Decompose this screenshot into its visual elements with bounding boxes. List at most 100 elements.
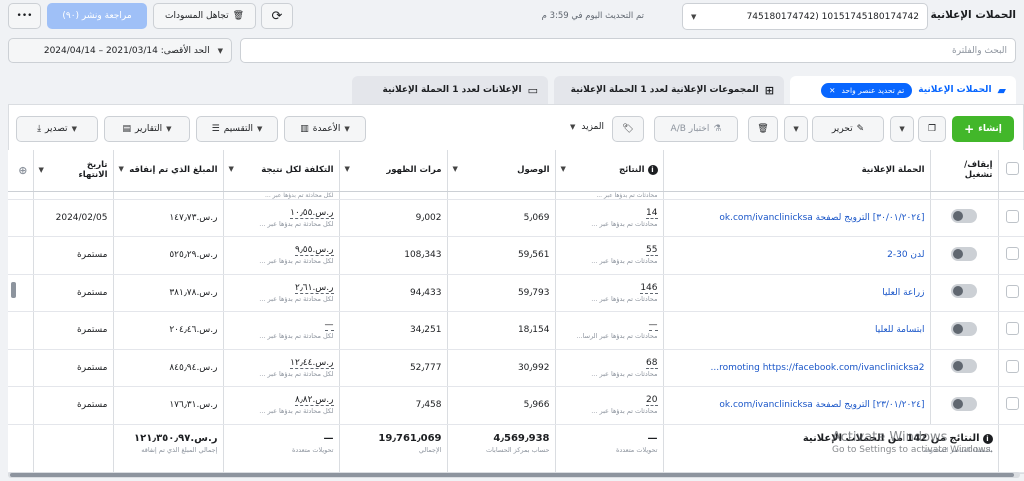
tab-ads-label: الإعلانات لعدد 1 الحملة الإعلانية — [382, 85, 522, 95]
campaign-name-cell[interactable]: ابتسامة للعليا — [663, 311, 931, 350]
col-campaign-label: الحملة الإعلانية — [861, 165, 925, 176]
tab-campaigns[interactable]: ▰ الحملات الإعلانية تم تحديد عنصر واحد ✕ — [790, 76, 1016, 104]
row-extra-cell — [8, 349, 34, 387]
row-toggle-cell[interactable] — [930, 386, 999, 425]
row-checkbox[interactable] — [1005, 209, 1019, 223]
campaign-name-cell[interactable]: romoting https://facebook.com/ivanclinic… — [663, 349, 931, 387]
add-column-cell[interactable]: ⊕ — [8, 150, 34, 192]
row-checkbox[interactable] — [1005, 247, 1019, 261]
edit-button[interactable]: ✎ تحرير — [812, 116, 884, 142]
row-checkbox[interactable] — [1005, 322, 1019, 336]
row-toggle-cell[interactable] — [930, 311, 999, 350]
create-button[interactable]: إنشاء + — [952, 116, 1014, 142]
campaign-toggle[interactable] — [951, 396, 977, 411]
row-checkbox[interactable] — [1005, 284, 1019, 298]
close-icon[interactable]: ✕ — [829, 86, 835, 95]
row-toggle-cell[interactable] — [930, 274, 999, 312]
sort-chevron-icon: ▼ — [344, 165, 350, 174]
campaign-toggle[interactable] — [951, 246, 977, 261]
col-end-date[interactable]: تاريخ الانتهاء ▼ — [33, 150, 114, 192]
campaign-name-cell[interactable]: [٢٣/٠١/٢٠٢٤] الترويج لصفحة ok.com/ivancl… — [663, 386, 931, 425]
delete-button[interactable]: 🗑 — [748, 116, 778, 142]
chevron-down-icon: ▼ — [569, 123, 576, 131]
campaign-toggle[interactable] — [951, 321, 977, 336]
watermark-sub: Go to Settings to activate Windows. — [832, 445, 994, 455]
duplicate-dropdown[interactable]: ▼ — [890, 116, 914, 142]
row-select-cell[interactable] — [998, 236, 1024, 275]
tag-button[interactable]: 🏷 — [612, 116, 644, 142]
col-cost-per-result[interactable]: التكلفة لكل نتيجة ▼ — [223, 150, 340, 192]
table-row[interactable]: ابتسامة للعليا — محادثات تم بدؤها عبر الر… — [8, 311, 1024, 350]
table-row[interactable]: [٢٣/٠١/٢٠٢٤] الترويج لصفحة ok.com/ivancl… — [8, 386, 1024, 425]
search-filter-bar[interactable]: البحث والفلترة — [240, 38, 1016, 63]
campaign-name-link[interactable]: ابتسامة للعليا — [875, 325, 925, 335]
campaign-name-cell[interactable]: [٣٠/٠١/٢٠٢٤] الترويج لصفحة ok.com/ivancl… — [663, 199, 931, 237]
export-button[interactable]: ▼ تصدير ⤓ — [16, 116, 98, 142]
edit-dropdown[interactable]: ▼ — [784, 116, 808, 142]
cost-cell: ر.س.٩٫٥٥ لكل محادثة تم بدؤها عبر ... — [223, 236, 340, 275]
row-toggle-cell[interactable] — [930, 349, 999, 387]
ab-test-button[interactable]: ⚗ اختبار A/B — [654, 116, 738, 142]
campaign-name-link[interactable]: لدن 30-2 — [887, 250, 924, 260]
totals-reach-sub: حساب بمركز الحسابات — [485, 445, 550, 454]
info-icon[interactable]: i — [647, 165, 658, 176]
table-row[interactable]: romoting https://facebook.com/ivanclinic… — [8, 349, 1024, 387]
col-reach[interactable]: الوصول ▼ — [447, 150, 556, 192]
campaign-selector[interactable]: 745180174742) 10151745180174742 ▼ — [682, 3, 928, 30]
select-all-checkbox[interactable] — [1005, 162, 1019, 176]
peek-results-sub: محادثات تم بدؤها عبر ... — [555, 191, 664, 200]
refresh-button[interactable]: ⟳ — [261, 3, 293, 29]
col-amount-spent[interactable]: المبلغ الذي تم إنفاقه ▼ — [113, 150, 224, 192]
duplicate-button[interactable]: ❐ — [918, 116, 946, 142]
page-title: الحملات الإعلانية — [930, 9, 1017, 21]
campaign-name-link[interactable]: [٣٠/٠١/٢٠٢٤] الترويج لصفحة ok.com/ivancl… — [719, 213, 924, 223]
breakdown-button[interactable]: ▼ التقسيم ☰ — [196, 116, 278, 142]
spent-cell: ر.س.١٤٧٫٧٣ — [113, 199, 224, 237]
reach-value: 5٫966 — [523, 400, 550, 411]
tab-adsets[interactable]: ⊞ المجموعات الإعلانية لعدد 1 الحملة الإع… — [554, 76, 784, 104]
col-impressions[interactable]: مرات الظهور ▼ — [339, 150, 448, 192]
cost-value: ر.س.٢٫٦١ — [295, 282, 334, 294]
row-select-cell[interactable] — [998, 311, 1024, 350]
cost-cell: ر.س.٨٫٨٢ لكل محادثة تم بدؤها عبر ... — [223, 386, 340, 425]
more-options-button[interactable]: ••• — [8, 3, 41, 29]
scrollbar-thumb[interactable] — [10, 473, 1014, 477]
select-all-cell[interactable] — [998, 150, 1024, 192]
campaign-name-link[interactable]: [٢٣/٠١/٢٠٢٤] الترويج لصفحة ok.com/ivancl… — [719, 400, 924, 410]
col-campaign[interactable]: الحملة الإعلانية — [663, 150, 931, 192]
row-checkbox[interactable] — [1005, 359, 1019, 373]
table-row[interactable]: لدن 30-2 55 محادثات تم بدؤها عبر ... 59٫5… — [8, 236, 1024, 275]
campaign-name-link[interactable]: زراعة العليا — [882, 288, 924, 298]
row-select-cell[interactable] — [998, 349, 1024, 387]
campaign-name-cell[interactable]: زراعة العليا — [663, 274, 931, 312]
row-checkbox[interactable] — [1005, 397, 1019, 411]
table-row[interactable]: [٣٠/٠١/٢٠٢٤] الترويج لصفحة ok.com/ivancl… — [8, 199, 1024, 237]
campaign-toggle[interactable] — [951, 209, 977, 224]
campaign-name-cell[interactable]: لدن 30-2 — [663, 236, 931, 275]
row-toggle-cell[interactable] — [930, 236, 999, 275]
review-publish-button[interactable]: مراجعة ونشر (٩٠) — [47, 3, 147, 29]
col-toggle[interactable]: إيقاف/ تشغيل — [930, 150, 999, 192]
columns-button[interactable]: ▼ الأعمدة ▥ — [284, 116, 366, 142]
reports-button[interactable]: ▼ التقارير ▤ — [104, 116, 190, 142]
discard-drafts-button[interactable]: 🗑 تجاهل المسودات — [153, 3, 256, 29]
tab-ads[interactable]: ▭ الإعلانات لعدد 1 الحملة الإعلانية — [352, 76, 548, 104]
row-select-cell[interactable] — [998, 386, 1024, 425]
row-select-cell[interactable] — [998, 274, 1024, 312]
campaign-name-link[interactable]: romoting https://facebook.com/ivanclinic… — [711, 363, 925, 373]
row-select-cell[interactable] — [998, 199, 1024, 237]
search-input[interactable]: البحث والفلترة — [952, 46, 1007, 56]
results-cell: — محادثات تم بدؤها عبر الرسا... — [555, 311, 664, 350]
row-toggle-cell[interactable] — [930, 199, 999, 237]
campaign-toggle[interactable] — [951, 284, 977, 299]
date-range-picker[interactable]: ▼ الحد الأقصى: 2021/03/14 – 2024/04/14 — [8, 38, 232, 63]
add-column-icon[interactable]: ⊕ — [18, 164, 27, 177]
row-drag-handle[interactable] — [11, 282, 16, 298]
reach-cell: 18٫154 — [447, 311, 556, 350]
reach-cell: 59٫561 — [447, 236, 556, 275]
selected-chip[interactable]: تم تحديد عنصر واحد ✕ — [821, 82, 913, 98]
table-row[interactable]: زراعة العليا 146 محادثات تم بدؤها عبر ...… — [8, 274, 1024, 312]
more-dropdown[interactable]: المزيد ▼ — [570, 122, 604, 132]
col-results[interactable]: iالنتائج ▼ — [555, 150, 664, 192]
campaign-toggle[interactable] — [951, 359, 977, 374]
